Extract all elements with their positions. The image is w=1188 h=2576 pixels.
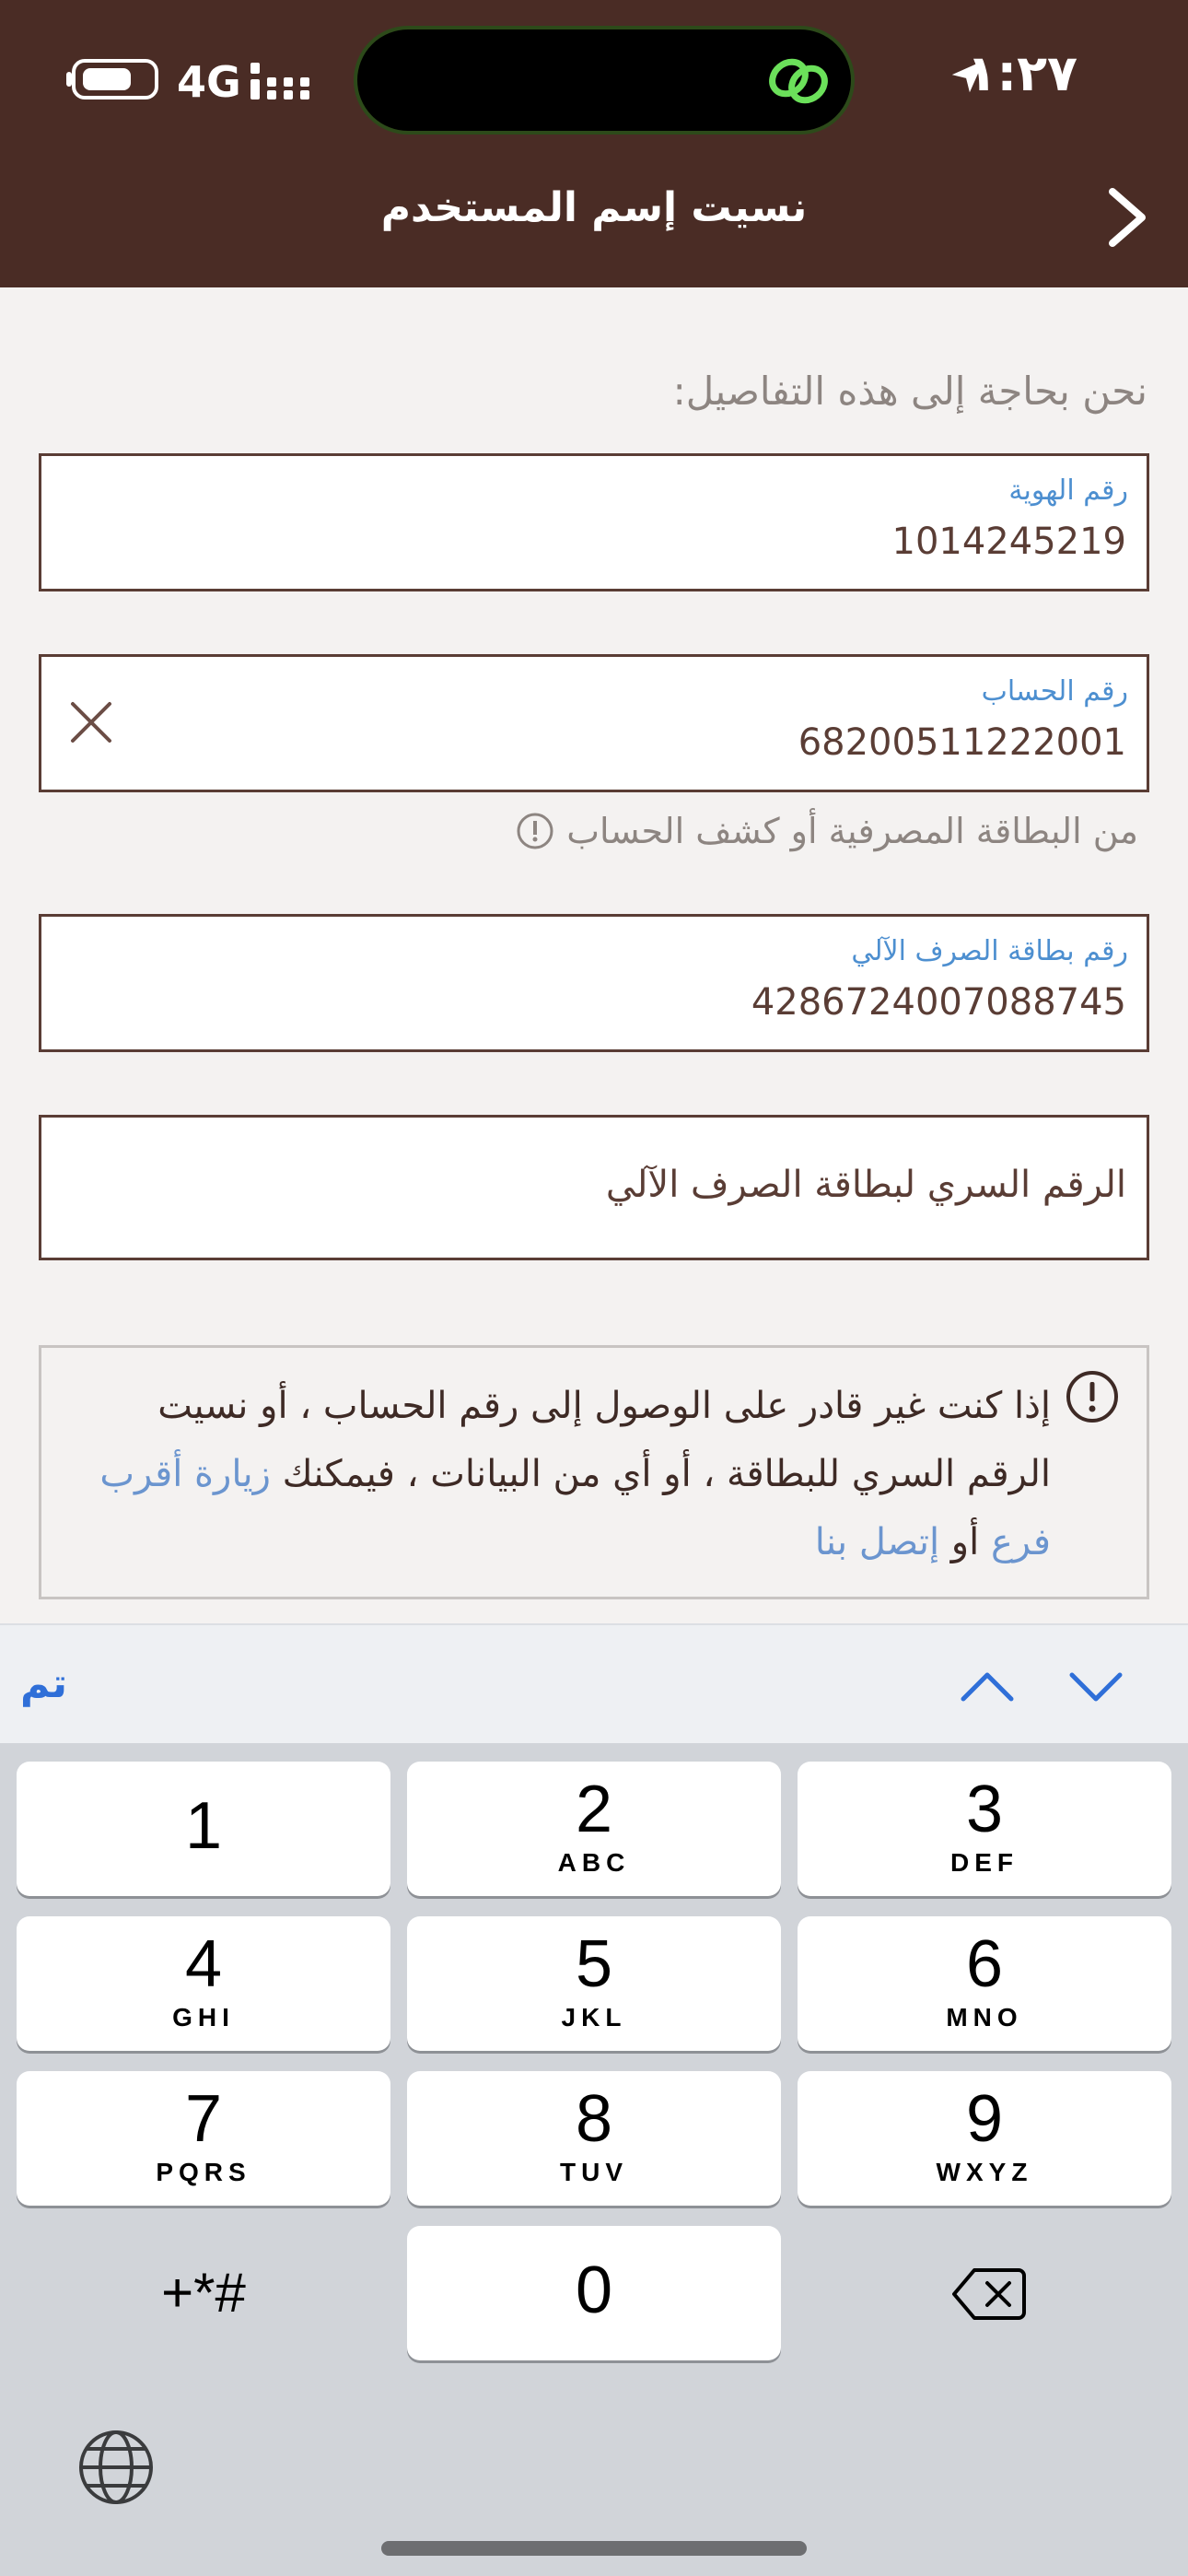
account-number-label: رقم الحساب bbox=[981, 675, 1128, 708]
back-chevron-icon[interactable] bbox=[1105, 184, 1151, 251]
key-8-digit: 8 bbox=[575, 2082, 613, 2156]
battery-nub bbox=[66, 72, 72, 87]
atm-card-label: رقم بطاقة الصرف الآلي bbox=[851, 935, 1128, 967]
symbols-key-label: +*# bbox=[161, 2262, 246, 2324]
done-button[interactable]: تم bbox=[20, 1660, 67, 1707]
id-number-field[interactable]: رقم الهوية 1014245219 bbox=[39, 453, 1149, 591]
key-5[interactable]: 5 JKL bbox=[407, 1916, 781, 2051]
symbols-key[interactable]: +*# bbox=[17, 2226, 390, 2360]
key-4[interactable]: 4 GHI bbox=[17, 1916, 390, 2051]
key-2-digit: 2 bbox=[575, 1773, 613, 1846]
key-1-digit: 1 bbox=[184, 1789, 223, 1863]
key-6-letters: MNO bbox=[946, 2003, 1023, 2032]
key-5-digit: 5 bbox=[575, 1927, 613, 2001]
atm-card-value[interactable]: 4286724007088745 bbox=[751, 981, 1126, 1024]
key-2[interactable]: 2 ABC bbox=[407, 1762, 781, 1896]
pin-placeholder[interactable]: الرقم السري لبطاقة الصرف الآلي bbox=[606, 1164, 1126, 1206]
clear-icon[interactable] bbox=[67, 698, 115, 746]
battery-icon bbox=[72, 59, 158, 100]
key-3-digit: 3 bbox=[965, 1773, 1004, 1846]
contact-us-link[interactable]: إتصل بنا bbox=[815, 1521, 939, 1563]
page-title: نسيت إسم المستخدم bbox=[380, 184, 808, 231]
key-8-letters: TUV bbox=[560, 2158, 628, 2186]
info-text: إذا كنت غير قادر على الوصول إلى رقم الحس… bbox=[75, 1372, 1051, 1576]
backspace-icon[interactable] bbox=[952, 2265, 1026, 2324]
signal-strength-icon bbox=[250, 63, 309, 100]
form-intro: نحن بحاجة إلى هذه التفاصيل: bbox=[672, 369, 1147, 414]
key-3[interactable]: 3 DEF bbox=[798, 1762, 1171, 1896]
info-text-or: أو bbox=[939, 1521, 991, 1563]
previous-field-up-icon[interactable] bbox=[958, 1662, 1017, 1710]
atm-card-field[interactable]: رقم بطاقة الصرف الآلي 4286724007088745 bbox=[39, 914, 1149, 1052]
pin-field[interactable]: الرقم السري لبطاقة الصرف الآلي bbox=[39, 1115, 1149, 1260]
key-7[interactable]: 7 PQRS bbox=[17, 2071, 390, 2206]
account-number-field[interactable]: رقم الحساب 68200511222001 bbox=[39, 654, 1149, 792]
info-box: إذا كنت غير قادر على الوصول إلى رقم الحس… bbox=[39, 1345, 1149, 1599]
key-3-letters: DEF bbox=[950, 1848, 1019, 1877]
account-hint: من البطاقة المصرفية أو كشف الحساب bbox=[515, 811, 1138, 851]
key-7-letters: PQRS bbox=[156, 2158, 251, 2186]
key-9-digit: 9 bbox=[965, 2082, 1004, 2156]
key-0[interactable]: 0 bbox=[407, 2226, 781, 2360]
dynamic-island bbox=[354, 26, 855, 135]
location-arrow-icon bbox=[951, 60, 984, 93]
key-9[interactable]: 9 WXYZ bbox=[798, 2071, 1171, 2206]
next-field-down-icon[interactable] bbox=[1066, 1662, 1125, 1710]
account-number-value[interactable]: 68200511222001 bbox=[798, 721, 1126, 764]
info-circle-icon bbox=[517, 813, 553, 849]
account-hint-text: من البطاقة المصرفية أو كشف الحساب bbox=[566, 811, 1138, 851]
app-header: ١:٢٧ 4G نسيت إسم المستخدم bbox=[0, 0, 1188, 287]
key-6[interactable]: 6 MNO bbox=[798, 1916, 1171, 2051]
key-4-letters: GHI bbox=[172, 2003, 235, 2032]
id-number-value[interactable]: 1014245219 bbox=[892, 521, 1127, 563]
key-2-letters: ABC bbox=[557, 1848, 631, 1877]
key-5-letters: JKL bbox=[561, 2003, 627, 2032]
key-7-digit: 7 bbox=[184, 2082, 223, 2156]
key-9-letters: WXYZ bbox=[936, 2158, 1033, 2186]
key-1[interactable]: 1 bbox=[17, 1762, 390, 1896]
network-type: 4G bbox=[177, 57, 241, 107]
alert-circle-icon bbox=[1066, 1371, 1118, 1423]
id-number-label: رقم الهوية bbox=[1008, 474, 1128, 507]
key-8[interactable]: 8 TUV bbox=[407, 2071, 781, 2206]
numeric-keypad: 1 2 ABC 3 DEF 4 GHI 5 JKL 6 MNO 7 PQRS 8… bbox=[0, 1743, 1188, 2576]
home-indicator bbox=[381, 2541, 807, 2556]
globe-icon[interactable] bbox=[77, 2429, 155, 2506]
info-text-main: إذا كنت غير قادر على الوصول إلى رقم الحس… bbox=[157, 1385, 1051, 1495]
key-4-digit: 4 bbox=[184, 1927, 223, 2001]
key-0-digit: 0 bbox=[575, 2254, 613, 2327]
link-icon bbox=[769, 58, 828, 104]
keyboard-toolbar: تم bbox=[0, 1623, 1188, 1745]
key-6-digit: 6 bbox=[965, 1927, 1004, 2001]
